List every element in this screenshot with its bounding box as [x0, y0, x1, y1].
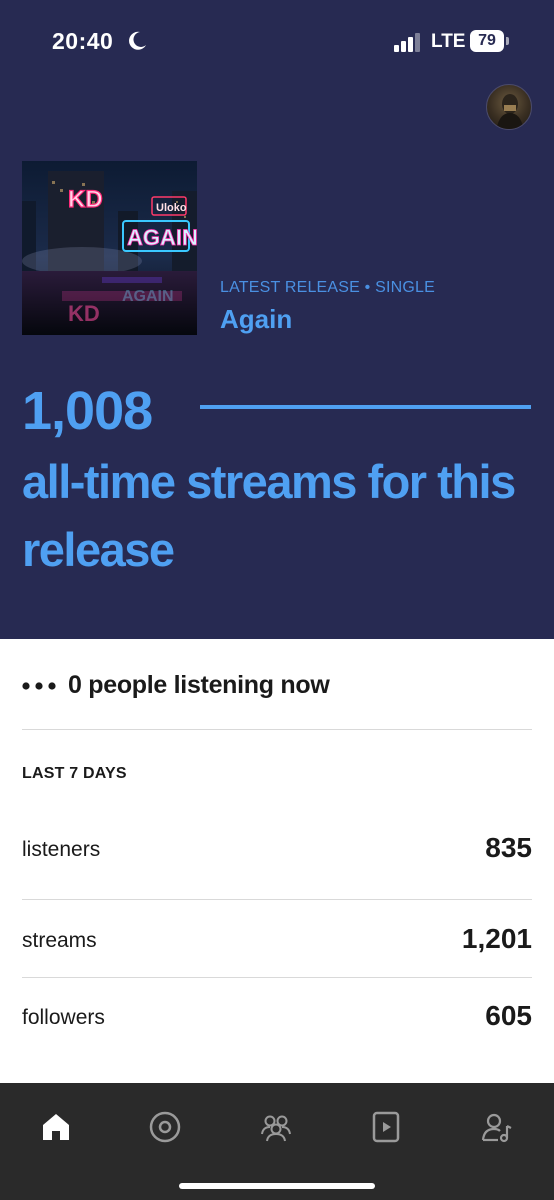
battery-icon: 79	[470, 30, 510, 52]
status-time: 20:40	[52, 28, 114, 54]
release-cover-art[interactable]: KD Uloko AGAIN KD AGAIN	[22, 161, 197, 335]
avatar-image	[496, 94, 524, 129]
moon-icon	[129, 31, 146, 50]
stat-value: 835	[485, 832, 532, 863]
signal-icon	[394, 33, 420, 52]
audience-icon	[261, 1115, 291, 1142]
tab-audience[interactable]	[246, 1097, 306, 1157]
tab-home[interactable]	[26, 1097, 86, 1157]
cover-image: KD Uloko AGAIN KD AGAIN	[22, 161, 197, 335]
profile-music-icon	[481, 1113, 512, 1143]
profile-avatar[interactable]	[486, 84, 532, 130]
divider	[22, 899, 532, 900]
last-7-days-label: LAST 7 DAYS	[22, 765, 127, 782]
tab-profile[interactable]	[467, 1097, 527, 1157]
svg-text:AGAIN: AGAIN	[122, 288, 174, 305]
svg-text:KD: KD	[68, 301, 100, 326]
all-time-streams-count: 1,008	[22, 381, 153, 441]
home-indicator[interactable]	[179, 1183, 375, 1189]
stat-value: 605	[485, 1000, 532, 1031]
battery-level: 79	[470, 30, 504, 52]
more-dots-icon	[22, 682, 56, 690]
stat-label: streams	[22, 929, 97, 952]
streams-rule	[200, 405, 531, 409]
release-kicker: LATEST RELEASE • SINGLE	[220, 279, 436, 296]
video-icon	[372, 1111, 400, 1143]
stat-value: 1,201	[461, 923, 532, 954]
stat-row-listeners[interactable]: listeners 835	[22, 830, 532, 870]
live-listeners-row: 0 people listening now	[22, 668, 532, 704]
stat-label: listeners	[22, 838, 101, 861]
disc-icon	[149, 1111, 181, 1143]
hero-section: 20:40 LTE 79 KD Uloko AGAIN KD AGAIN LAT…	[0, 0, 554, 639]
divider	[22, 977, 532, 978]
live-listeners-text: 0 people listening now	[68, 671, 330, 699]
status-bar: 20:40 LTE 79	[0, 0, 554, 80]
network-label: LTE	[431, 31, 466, 52]
tab-video[interactable]	[356, 1097, 416, 1157]
cover-sign-left: KD	[68, 186, 103, 213]
divider	[22, 729, 532, 730]
home-icon	[43, 1114, 69, 1140]
tab-music[interactable]	[135, 1097, 195, 1157]
release-title[interactable]: Again	[220, 304, 292, 335]
stat-row-streams[interactable]: streams 1,201	[22, 921, 532, 961]
cover-sign-right: AGAIN	[127, 225, 197, 250]
stat-label: followers	[22, 1006, 105, 1029]
all-time-streams-caption: all-time streams for this release	[22, 455, 516, 576]
stat-row-followers[interactable]: followers 605	[22, 998, 532, 1038]
cover-sign-small: Uloko	[156, 202, 187, 214]
